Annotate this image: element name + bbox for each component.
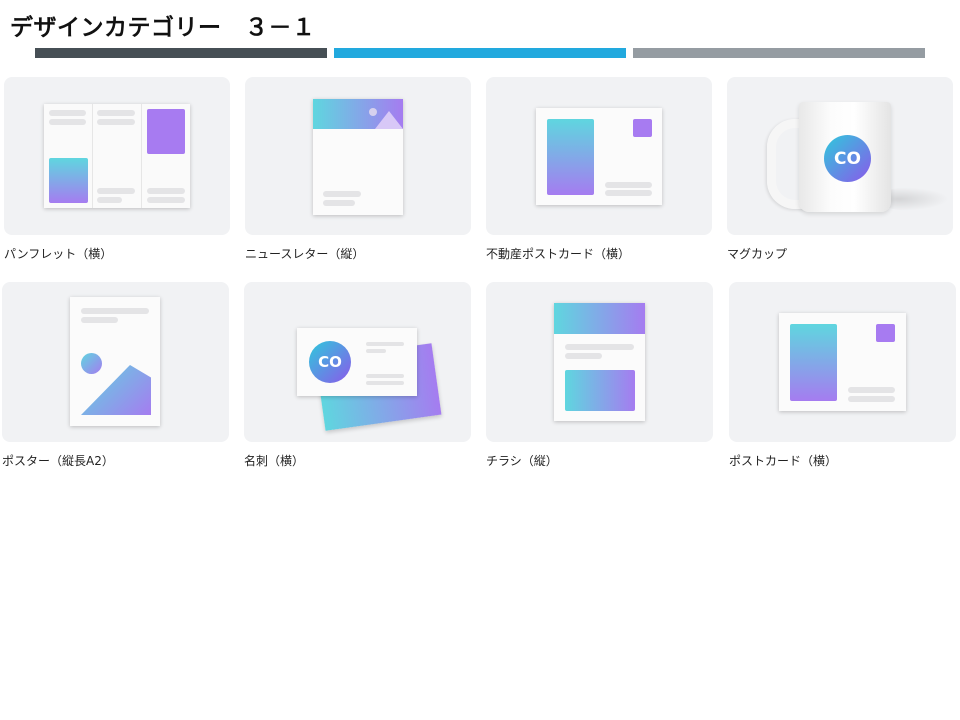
- category-card-newsletter[interactable]: ニュースレター（縦）: [245, 77, 472, 267]
- flyer-icon: [486, 282, 713, 442]
- category-label: マグカップ: [727, 247, 788, 261]
- category-label: 不動産ポストカード（横）: [486, 247, 631, 261]
- real-estate-postcard-icon: [486, 77, 712, 235]
- category-card-postcard[interactable]: ポストカード（横）: [729, 282, 957, 472]
- logo-badge: CO: [309, 341, 351, 383]
- category-label: ポストカード（横）: [729, 454, 838, 468]
- category-label: チラシ（縦）: [486, 454, 558, 468]
- category-card-flyer[interactable]: チラシ（縦）: [486, 282, 714, 472]
- progress-segment-1: [35, 48, 327, 58]
- tri-fold-brochure-icon: [4, 77, 230, 235]
- category-label: 名刺（横）: [244, 454, 305, 468]
- category-card-business-card[interactable]: CO 名刺（横）: [244, 282, 472, 472]
- category-card-pamphlet[interactable]: パンフレット（横）: [4, 77, 231, 267]
- category-label: ポスター（縦長A2）: [2, 454, 114, 468]
- category-card-mug[interactable]: CO マグカップ: [727, 77, 954, 267]
- progress-segment-2: [334, 48, 626, 58]
- category-card-real-estate-postcard[interactable]: 不動産ポストカード（横）: [486, 77, 713, 267]
- newsletter-icon: [245, 77, 471, 235]
- page-title: デザインカテゴリー ３－１: [10, 15, 316, 41]
- category-label: パンフレット（横）: [4, 247, 113, 261]
- progress-segment-3: [633, 48, 925, 58]
- business-card-icon: CO: [244, 282, 471, 442]
- postcard-icon: [729, 282, 956, 442]
- logo-badge: CO: [824, 135, 871, 182]
- poster-icon: [2, 282, 229, 442]
- category-card-poster[interactable]: ポスター（縦長A2）: [2, 282, 230, 472]
- category-label: ニュースレター（縦）: [245, 247, 365, 261]
- mug-icon: CO: [727, 77, 953, 235]
